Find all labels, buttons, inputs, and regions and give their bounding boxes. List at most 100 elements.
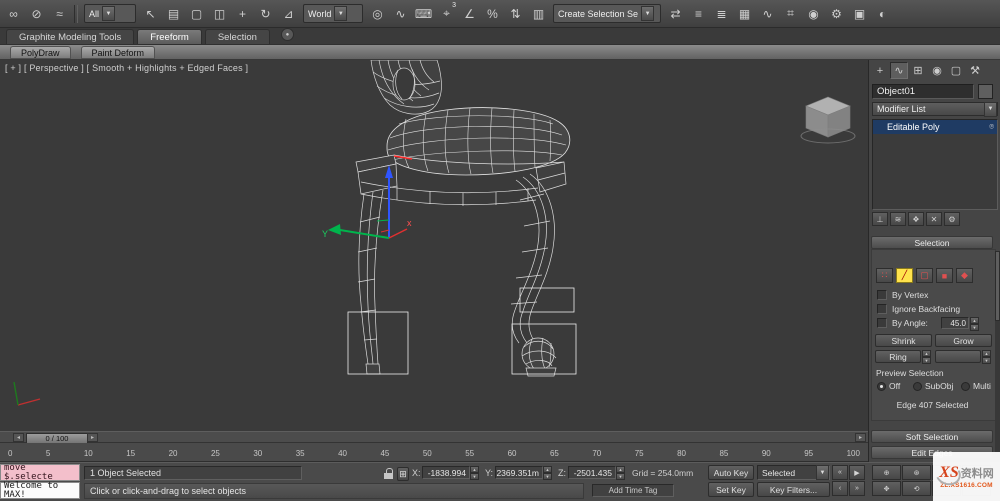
polygon-icon[interactable]: ■ <box>936 268 953 283</box>
scrollbar-thumb[interactable] <box>995 251 1000 321</box>
object-name-field[interactable]: Object01 <box>872 84 974 99</box>
x-coordinate-field[interactable]: -1838.994 <box>422 466 470 479</box>
add-time-tag[interactable]: Add Time Tag <box>592 484 674 497</box>
named-selection-set-dropdown[interactable]: Create Selection Se▼ <box>553 4 661 23</box>
loop-spinner[interactable]: ▲▼ <box>982 350 991 363</box>
maxscript-listener-output[interactable]: Welcome to MAX! <box>0 482 80 499</box>
edit-named-selection-sets-icon[interactable]: ▥ <box>527 2 550 25</box>
viewport-label[interactable]: [ + ] [ Perspective ] [ Smooth + Highlig… <box>5 63 248 73</box>
preview-multi-radio[interactable] <box>961 382 970 391</box>
zoom-button[interactable]: ⊕ <box>872 465 901 480</box>
go-to-start-button[interactable]: « <box>832 465 848 480</box>
graphite-ribbon-icon[interactable]: ▦ <box>733 2 756 25</box>
rollout-selection[interactable]: Selection <box>871 236 993 249</box>
loop-button[interactable] <box>935 350 981 363</box>
tab-polydraw[interactable]: PolyDraw <box>10 46 71 59</box>
tab-selection[interactable]: Selection <box>205 29 270 44</box>
motion-tab-icon[interactable]: ◉ <box>928 62 946 79</box>
layer-manager-icon[interactable]: ≣ <box>710 2 733 25</box>
angle-spinner[interactable]: ▲▼ <box>970 317 979 330</box>
shrink-button[interactable]: Shrink <box>875 334 932 347</box>
border-icon[interactable]: ▢ <box>916 268 933 283</box>
key-filters-button[interactable]: Key Filters... <box>757 482 830 497</box>
select-and-rotate-icon[interactable]: ↻ <box>254 2 277 25</box>
utilities-tab-icon[interactable]: ⚒ <box>966 62 984 79</box>
ignore-backfacing-checkbox[interactable] <box>877 304 887 314</box>
schematic-view-icon[interactable]: ⌗ <box>779 2 802 25</box>
absolute-mode-icon[interactable]: ⊞ <box>397 467 409 481</box>
create-tab-icon[interactable]: + <box>871 62 889 79</box>
vertex-icon[interactable]: ∷ <box>876 268 893 283</box>
make-unique-icon[interactable]: ❖ <box>908 212 924 226</box>
ribbon-minimize-icon[interactable]: ● <box>281 28 294 41</box>
zoom-all-button[interactable]: ⊛ <box>902 465 931 480</box>
configure-modifier-sets-icon[interactable]: ⚙ <box>944 212 960 226</box>
tab-paint-deform[interactable]: Paint Deform <box>81 46 156 59</box>
rollout-soft-selection[interactable]: Soft Selection <box>871 430 993 443</box>
object-color-swatch[interactable] <box>978 84 993 99</box>
z-spinner[interactable]: ▲▼ <box>616 466 625 479</box>
track-bar[interactable]: 0510152025303540455055606570758085909510… <box>0 443 868 462</box>
chair-seat-cushion[interactable] <box>387 108 570 175</box>
hierarchy-tab-icon[interactable]: ⊞ <box>909 62 927 79</box>
select-by-name-icon[interactable]: ▤ <box>162 2 185 25</box>
selection-lock-icon[interactable] <box>384 468 394 480</box>
select-object-icon[interactable]: ↖ <box>139 2 162 25</box>
time-slider-prev-icon[interactable]: ◂ <box>13 433 24 442</box>
time-slider-end-icon[interactable]: ▸ <box>855 433 866 442</box>
z-coordinate-field[interactable]: -2501.435 <box>568 466 616 479</box>
render-production-icon[interactable]: ◐ <box>871 2 894 25</box>
perspective-viewport[interactable]: [ + ] [ Perspective ] [ Smooth + Highlig… <box>0 60 868 431</box>
time-slider-next-icon[interactable]: ▸ <box>87 433 98 442</box>
orbit-button[interactable]: ⟲ <box>902 481 931 496</box>
curve-editor-icon[interactable]: ∿ <box>756 2 779 25</box>
chair-left-leg[interactable] <box>358 190 383 374</box>
bind-to-space-warp-icon[interactable]: ≈ <box>48 2 71 25</box>
viewport-canvas[interactable]: Y x <box>0 60 868 431</box>
material-editor-icon[interactable]: ◉ <box>802 2 825 25</box>
keyboard-override-icon[interactable]: ⌨ <box>412 2 435 25</box>
select-and-link-icon[interactable]: ∞ <box>2 2 25 25</box>
modifier-list-dropdown[interactable]: Modifier List▼ <box>872 102 998 116</box>
by-angle-checkbox[interactable] <box>877 318 887 328</box>
auto-key-button[interactable]: Auto Key <box>708 465 754 480</box>
tab-freeform[interactable]: Freeform <box>137 29 202 44</box>
gizmo-y-arrow-icon[interactable] <box>328 224 341 235</box>
rectangular-selection-icon[interactable]: ▢ <box>185 2 208 25</box>
remove-modifier-icon[interactable]: ✕ <box>926 212 942 226</box>
set-key-button[interactable]: Set Key <box>708 482 754 497</box>
command-panel-scrollbar[interactable] <box>995 251 1000 459</box>
window-crossing-icon[interactable]: ◫ <box>208 2 231 25</box>
mirror-icon[interactable]: ⇄ <box>664 2 687 25</box>
y-coordinate-field[interactable]: 2369.351m <box>495 466 543 479</box>
grow-button[interactable]: Grow <box>935 334 992 347</box>
y-spinner[interactable]: ▲▼ <box>543 466 552 479</box>
play-animation-button[interactable]: ▶ <box>849 465 865 480</box>
preview-off-radio[interactable] <box>877 382 886 391</box>
stack-item-editable-poly[interactable]: Editable Poly⌾ <box>873 120 997 134</box>
maxscript-listener-input[interactable]: move $.selecte <box>0 464 80 481</box>
preview-subobj-radio[interactable] <box>913 382 922 391</box>
show-end-result-icon[interactable]: ≋ <box>890 212 906 226</box>
select-and-manipulate-icon[interactable]: ∿ <box>389 2 412 25</box>
rendered-frame-icon[interactable]: ▣ <box>848 2 871 25</box>
ring-spinner[interactable]: ▲▼ <box>922 350 931 363</box>
edge-icon[interactable]: ╱ <box>896 268 913 283</box>
chair-right-leg[interactable] <box>511 174 556 376</box>
element-icon[interactable]: ◆ <box>956 268 973 283</box>
key-mode-dropdown[interactable]: Selected▼ <box>757 465 830 480</box>
modify-tab-icon[interactable]: ∿ <box>890 62 908 79</box>
angle-value-field[interactable]: 45.0 <box>941 317 969 329</box>
go-to-end-button[interactable]: » <box>849 481 865 496</box>
ring-button[interactable]: Ring <box>875 350 921 363</box>
viewcube[interactable] <box>801 97 855 143</box>
snaps-toggle-icon[interactable]: ⌖3 <box>435 2 458 25</box>
spinner-snap-icon[interactable]: ⇅ <box>504 2 527 25</box>
unlink-selection-icon[interactable]: ⊘ <box>25 2 48 25</box>
by-vertex-checkbox[interactable] <box>877 290 887 300</box>
pan-button[interactable]: ✥ <box>872 481 901 496</box>
display-tab-icon[interactable]: ▢ <box>947 62 965 79</box>
angle-snap-icon[interactable]: ∠ <box>458 2 481 25</box>
reference-coordinate-dropdown[interactable]: World▼ <box>303 4 363 23</box>
percent-snap-icon[interactable]: % <box>481 2 504 25</box>
